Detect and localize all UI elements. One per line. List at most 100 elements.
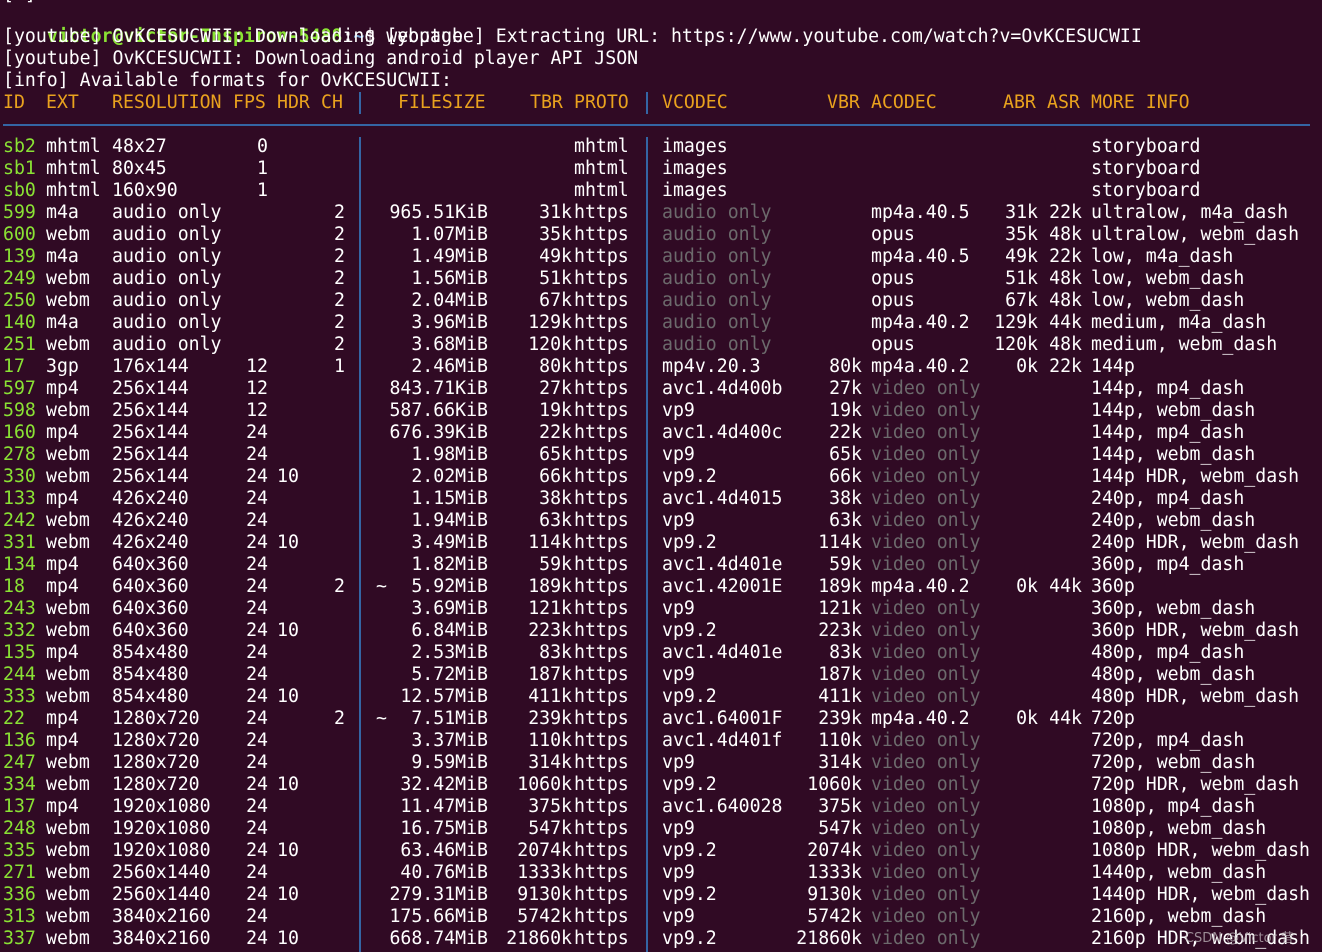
table-row: 251 webm audio only 2 3.68MiB 120k https audio … [3,334,1313,356]
format-tbr: 411k [528,686,572,707]
format-protocol: https [574,642,629,663]
format-tbr: 19k [539,400,572,421]
format-acodec: video only [871,532,981,553]
format-protocol: https [574,290,629,311]
format-protocol: https [574,906,629,927]
format-tbr: 2074k [517,840,572,861]
format-more-info: 144p HDR, webm_dash [1091,466,1300,487]
format-fps: 24 [246,840,268,861]
format-vcodec: vp9 [662,510,695,531]
format-id: 249 [3,268,36,289]
format-resolution: 1280x720 [112,708,200,729]
table-row: 17 3gp 176x144 12 1 2.46MiB 80k https mp4v.20.3 8… [3,356,1313,378]
format-fps: 24 [246,818,268,839]
format-ext: webm [46,862,90,883]
table-row: 597 mp4 256x144 12 843.71KiB 27k https avc1.4d4… [3,378,1313,400]
format-asr: 44k [1049,576,1082,597]
format-resolution: 640x360 [112,620,189,641]
format-filesize: 6.84MiB [411,620,488,641]
format-ext: webm [46,334,90,355]
format-protocol: https [574,312,629,333]
format-resolution: 1920x1080 [112,796,211,817]
format-vcodec: avc1.4d401e [662,554,783,575]
format-vcodec: avc1.42001E [662,576,783,597]
format-tbr: 31k [539,202,572,223]
table-row: 250 webm audio only 2 2.04MiB 67k https audio o… [3,290,1313,312]
format-channels: 2 [334,268,345,289]
header-hdr: HDR [277,92,310,113]
format-more-info: 720p HDR, webm_dash [1091,774,1300,795]
format-acodec: video only [871,620,981,641]
format-acodec: opus [871,290,915,311]
format-fps: 24 [246,466,268,487]
format-vcodec: avc1.64001F [662,708,783,729]
format-filesize: 9.59MiB [411,752,488,773]
format-id: 251 [3,334,36,355]
table-row: 243 webm 640x360 24 3.69MiB 121k https vp9 121k v… [3,598,1313,620]
format-vbr: 547k [818,818,862,839]
format-tbr: 189k [528,576,572,597]
format-ext: mp4 [46,488,79,509]
table-row: 242 webm 426x240 24 1.94MiB 63k https vp9 63k vid… [3,510,1313,532]
format-abr: 31k [1005,202,1038,223]
format-id: 242 [3,510,36,531]
format-resolution: 160x90 [112,180,178,201]
format-filesize: 2.02MiB [411,466,488,487]
format-vbr: 411k [818,686,862,707]
format-ext: webm [46,774,90,795]
format-resolution: 3840x2160 [112,928,211,949]
format-fps: 0 [257,136,268,157]
format-vbr: 110k [818,730,862,751]
format-vcodec: vp9.2 [662,466,717,487]
format-more-info: ultralow, webm_dash [1091,224,1300,245]
format-ext: webm [46,444,90,465]
format-filesize: 5.92MiB [411,576,488,597]
format-tbr: 21860k [506,928,572,949]
format-acodec: mp4a.40.2 [871,576,970,597]
format-resolution: 256x144 [112,400,189,421]
format-vcodec: avc1.4d400b [662,378,783,399]
format-fps: 12 [246,378,268,399]
format-ext: mhtml [46,136,101,157]
format-ext: webm [46,510,90,531]
prompt-line: victor@victor-Inspiron-5488:~$ [youtube]… [3,4,1142,47]
format-vcodec: vp9.2 [662,884,717,905]
format-protocol: https [574,708,629,729]
format-acodec: video only [871,686,981,707]
format-tbr: 129k [528,312,572,333]
format-vcodec: images [662,180,728,201]
format-vcodec: audio only [662,246,772,267]
format-resolution: 640x360 [112,554,189,575]
format-filesize: 1.82MiB [411,554,488,575]
format-tbr: 547k [528,818,572,839]
format-acodec: video only [871,444,981,465]
format-id: 243 [3,598,36,619]
format-asr: 22k [1049,246,1082,267]
format-tbr: 22k [539,422,572,443]
format-fps: 24 [246,554,268,575]
format-id: sb2 [3,136,36,157]
format-acodec: video only [871,906,981,927]
table-header: ID EXT RESOLUTION FPS HDR CH FILESIZE TB… [3,92,1313,114]
format-filesize: 1.94MiB [411,510,488,531]
format-hdr: 10 [277,532,299,553]
format-acodec: mp4a.40.2 [871,356,970,377]
format-ext: m4a [46,246,79,267]
format-channels: 2 [334,224,345,245]
format-resolution: 426x240 [112,488,189,509]
format-id: 22 [3,708,25,729]
format-id: 139 [3,246,36,267]
header-ext: EXT [46,92,79,113]
format-more-info: medium, m4a_dash [1091,312,1267,333]
format-more-info: 1080p, webm_dash [1091,818,1267,839]
format-asr: 44k [1049,708,1082,729]
format-ext: mp4 [46,796,79,817]
format-fps: 24 [246,598,268,619]
format-id: 337 [3,928,36,949]
table-row: 140 m4a audio only 2 3.96MiB 129k https audio o… [3,312,1313,334]
format-fps: 24 [246,664,268,685]
header-acodec: ACODEC [871,92,937,113]
format-acodec: mp4a.40.5 [871,246,970,267]
format-more-info: medium, webm_dash [1091,334,1278,355]
format-tbr: 5742k [517,906,572,927]
